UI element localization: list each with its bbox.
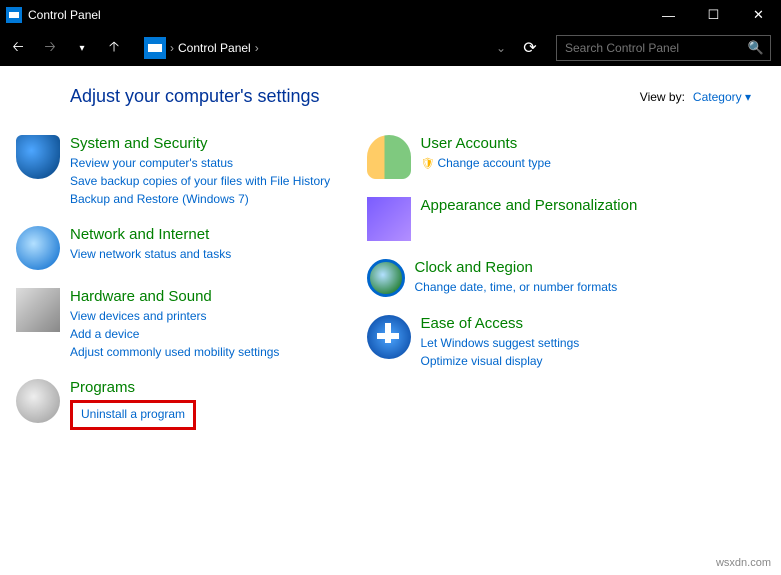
category-link-user-accounts[interactable]: User Accounts — [421, 135, 752, 152]
category-link-programs[interactable]: Programs — [70, 379, 401, 396]
search-box[interactable]: 🔍 — [556, 35, 771, 61]
disc-icon[interactable] — [16, 379, 60, 423]
task-link[interactable]: View devices and printers — [70, 307, 401, 325]
back-button[interactable]: 🡠 — [4, 34, 32, 62]
window-title: Control Panel — [28, 8, 646, 22]
clock-icon[interactable] — [367, 259, 405, 297]
recent-locations-button[interactable]: ▾ — [68, 34, 96, 62]
refresh-button[interactable]: ⟳ — [516, 38, 544, 58]
task-link[interactable]: Review your computer's status — [70, 154, 401, 172]
watermark: wsxdn.com — [716, 557, 771, 569]
category-link-network-internet[interactable]: Network and Internet — [70, 226, 401, 243]
view-by-dropdown[interactable]: Category ▾ — [693, 90, 751, 104]
page-heading: Adjust your computer's settings — [70, 86, 640, 107]
category-user-accounts: User Accounts Change account type — [421, 135, 752, 179]
task-link[interactable]: Add a device — [70, 325, 401, 343]
address-bar[interactable]: › Control Panel › ⌄ — [132, 35, 512, 61]
category-network-internet: Network and Internet View network status… — [70, 226, 401, 270]
category-link-appearance-personalization[interactable]: Appearance and Personalization — [421, 197, 752, 214]
printer-icon[interactable] — [16, 288, 60, 332]
chevron-right-icon: › — [170, 41, 174, 55]
category-columns: System and Security Review your computer… — [70, 135, 751, 448]
category-clock-region: Clock and Region Change date, time, or n… — [421, 259, 752, 297]
view-by-label: View by: — [640, 90, 685, 104]
forward-button[interactable]: 🡢 — [36, 34, 64, 62]
content-area: Adjust your computer's settings View by:… — [0, 66, 781, 468]
category-link-clock-region[interactable]: Clock and Region — [415, 259, 752, 276]
category-programs: Programs Uninstall a program — [70, 379, 401, 430]
category-link-system-security[interactable]: System and Security — [70, 135, 401, 152]
search-icon[interactable]: 🔍 — [748, 40, 764, 56]
address-dropdown-icon[interactable]: ⌄ — [496, 41, 512, 55]
minimize-button[interactable]: — — [646, 0, 691, 30]
shield-icon[interactable] — [16, 135, 60, 179]
task-link[interactable]: Save backup copies of your files with Fi… — [70, 172, 401, 190]
category-system-security: System and Security Review your computer… — [70, 135, 401, 208]
ease-of-access-icon[interactable] — [367, 315, 411, 359]
highlight-box: Uninstall a program — [70, 400, 196, 430]
control-panel-address-icon — [144, 37, 166, 59]
task-link-uninstall-program[interactable]: Uninstall a program — [81, 405, 185, 423]
close-button[interactable]: ✕ — [736, 0, 781, 30]
up-button[interactable]: 🡡 — [100, 34, 128, 62]
users-icon[interactable] — [367, 135, 411, 179]
task-link[interactable]: Backup and Restore (Windows 7) — [70, 190, 401, 208]
chevron-right-icon: › — [255, 41, 259, 55]
task-link[interactable]: Change date, time, or number formats — [415, 278, 752, 296]
category-appearance-personalization: Appearance and Personalization — [421, 197, 752, 241]
task-link[interactable]: View network status and tasks — [70, 245, 401, 263]
category-link-hardware-sound[interactable]: Hardware and Sound — [70, 288, 401, 305]
navigation-toolbar: 🡠 🡢 ▾ 🡡 › Control Panel › ⌄ ⟳ 🔍 — [0, 30, 781, 66]
globe-icon[interactable] — [16, 226, 60, 270]
control-panel-icon — [6, 7, 22, 23]
search-input[interactable] — [563, 40, 748, 56]
left-column: System and Security Review your computer… — [70, 135, 401, 448]
header-row: Adjust your computer's settings View by:… — [70, 86, 751, 107]
chevron-down-icon: ▾ — [745, 90, 751, 104]
task-link[interactable]: Adjust commonly used mobility settings — [70, 343, 401, 361]
task-link[interactable]: Let Windows suggest settings — [421, 334, 752, 352]
category-hardware-sound: Hardware and Sound View devices and prin… — [70, 288, 401, 361]
category-link-ease-of-access[interactable]: Ease of Access — [421, 315, 752, 332]
task-link[interactable]: Change account type — [421, 154, 752, 173]
category-ease-of-access: Ease of Access Let Windows suggest setti… — [421, 315, 752, 370]
address-path[interactable]: Control Panel — [178, 41, 251, 55]
title-bar: Control Panel — ☐ ✕ — [0, 0, 781, 30]
task-link[interactable]: Optimize visual display — [421, 352, 752, 370]
maximize-button[interactable]: ☐ — [691, 0, 736, 30]
monitor-icon[interactable] — [367, 197, 411, 241]
right-column: User Accounts Change account type Appear… — [421, 135, 752, 448]
